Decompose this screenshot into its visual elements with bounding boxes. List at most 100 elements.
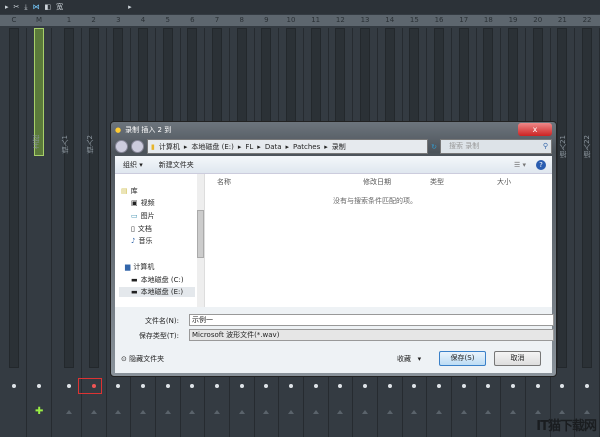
channel-header[interactable]: 19 bbox=[505, 15, 521, 26]
breadcrumb-1[interactable]: 本地磁盘 (E:) bbox=[191, 142, 233, 152]
filetype-select[interactable]: Microsoft 波形文件(*.wav) bbox=[189, 329, 554, 341]
favorites-dropdown[interactable]: 收藏 ▾ bbox=[397, 354, 421, 364]
scroll-thumb[interactable] bbox=[197, 210, 204, 258]
search-input[interactable]: 搜索 录制 ⚲ bbox=[440, 139, 552, 154]
nav-scrollbar[interactable] bbox=[197, 174, 204, 308]
route-dot[interactable] bbox=[116, 384, 121, 388]
route-dot[interactable] bbox=[190, 384, 195, 388]
send-arrow-icon[interactable] bbox=[288, 410, 295, 414]
route-dot[interactable] bbox=[338, 384, 343, 388]
channel-header[interactable]: 10 bbox=[283, 15, 299, 26]
channel-header[interactable]: 16 bbox=[431, 15, 447, 26]
route-dot[interactable] bbox=[412, 384, 417, 388]
download-icon[interactable]: ⤓ bbox=[24, 3, 27, 12]
new-folder-button[interactable]: 新建文件夹 bbox=[159, 160, 194, 170]
route-dot[interactable] bbox=[535, 384, 540, 388]
send-arrow-icon[interactable] bbox=[510, 410, 517, 414]
send-arrow-icon[interactable] bbox=[238, 410, 245, 414]
route-dot[interactable] bbox=[67, 384, 71, 388]
nav-item-music[interactable]: ♪ 音乐 bbox=[131, 236, 152, 246]
send-arrow-icon[interactable] bbox=[164, 410, 171, 414]
channel-header[interactable]: M bbox=[31, 15, 47, 26]
send-arrow-icon[interactable] bbox=[386, 410, 393, 414]
channel-header[interactable]: 4 bbox=[135, 15, 151, 26]
send-arrow-icon[interactable] bbox=[140, 410, 146, 414]
view-options-icon[interactable]: ☰ ▾ bbox=[514, 161, 526, 169]
send-arrow-icon[interactable] bbox=[362, 410, 369, 414]
breadcrumb[interactable]: ▮ 计算机 ▸ 本地磁盘 (E:) ▸ FL ▸ Data ▸ Patches ▸ 录制 bbox=[147, 139, 429, 154]
channel-header[interactable]: 13 bbox=[357, 15, 373, 26]
route-dot[interactable] bbox=[37, 384, 41, 388]
send-arrow-icon[interactable] bbox=[189, 410, 196, 414]
filename-input[interactable]: 示例一 bbox=[189, 314, 554, 326]
breadcrumb-5[interactable]: 录制 bbox=[332, 142, 346, 152]
send-arrow-icon[interactable] bbox=[115, 410, 122, 414]
channel-header[interactable]: 6 bbox=[184, 15, 200, 26]
close-button[interactable]: x bbox=[518, 123, 552, 136]
channel-header[interactable]: 22 bbox=[579, 15, 595, 26]
route-dot[interactable] bbox=[363, 384, 368, 388]
channel-header[interactable]: 18 bbox=[480, 15, 496, 26]
channel-meter[interactable] bbox=[9, 28, 19, 368]
play-icon[interactable]: ▸ bbox=[5, 3, 9, 11]
master-send-icon[interactable]: ✚ bbox=[35, 406, 43, 417]
nav-item-library[interactable]: ▤ 库 bbox=[121, 186, 138, 196]
channel-header[interactable]: 7 bbox=[209, 15, 225, 26]
breadcrumb-4[interactable]: Patches bbox=[293, 143, 320, 151]
channel-meter[interactable] bbox=[557, 28, 568, 368]
route-dot[interactable] bbox=[165, 384, 170, 388]
column-modified[interactable]: 修改日期 bbox=[363, 177, 391, 187]
nav-item-drive-e[interactable]: ▬ 本地磁盘 (E:) bbox=[119, 287, 195, 297]
send-arrow-icon[interactable] bbox=[559, 410, 566, 414]
send-arrow-icon[interactable] bbox=[584, 410, 591, 414]
send-arrow-icon[interactable] bbox=[485, 410, 492, 414]
channel-header[interactable]: 12 bbox=[332, 15, 348, 26]
organize-button[interactable]: 组织 ▾ bbox=[123, 160, 143, 170]
send-arrow-icon[interactable] bbox=[411, 410, 418, 414]
channel-header[interactable]: 20 bbox=[530, 15, 546, 26]
search-icon[interactable]: ⚲ bbox=[543, 140, 548, 153]
forward-button[interactable] bbox=[131, 140, 144, 153]
route-dot[interactable] bbox=[141, 384, 145, 388]
send-arrow-icon[interactable] bbox=[66, 410, 72, 414]
breadcrumb-3[interactable]: Data bbox=[265, 143, 282, 151]
hide-folders-button[interactable]: ⊙ 隐藏文件夹 bbox=[121, 354, 164, 364]
save-button[interactable]: 保存(S) bbox=[439, 351, 486, 366]
channel-header[interactable]: 5 bbox=[160, 15, 176, 26]
nav-item-computer[interactable]: ▆ 计算机 bbox=[125, 262, 154, 272]
channel-header[interactable]: 21 bbox=[554, 15, 570, 26]
route-dot[interactable] bbox=[264, 384, 269, 388]
channel-header[interactable]: 9 bbox=[258, 15, 274, 26]
route-dot[interactable] bbox=[12, 384, 16, 388]
route-dot[interactable] bbox=[560, 384, 565, 388]
send-arrow-icon[interactable] bbox=[90, 410, 97, 414]
nav-item-documents[interactable]: ▯ 文档 bbox=[131, 224, 152, 234]
link-icon[interactable]: ⋈ bbox=[33, 3, 40, 11]
send-arrow-icon[interactable] bbox=[534, 410, 541, 414]
channel-header[interactable]: 17 bbox=[456, 15, 472, 26]
column-size[interactable]: 大小 bbox=[497, 177, 511, 187]
channel-meter[interactable] bbox=[88, 28, 99, 368]
channel-meter[interactable] bbox=[582, 28, 593, 368]
channel-header[interactable]: 8 bbox=[234, 15, 250, 26]
channel-header[interactable]: 15 bbox=[406, 15, 422, 26]
nav-item-drive-c[interactable]: ▬ 本地磁盘 (C:) bbox=[131, 275, 184, 285]
send-arrow-icon[interactable] bbox=[337, 410, 344, 414]
route-dot[interactable] bbox=[313, 384, 318, 388]
route-dot[interactable] bbox=[289, 384, 294, 388]
channel-header[interactable]: 2 bbox=[86, 15, 102, 26]
column-name[interactable]: 名称 bbox=[217, 177, 231, 187]
view-icon[interactable]: ◧ bbox=[45, 3, 52, 11]
channel-header[interactable]: 1 bbox=[61, 15, 77, 26]
tool-icon[interactable]: ✂ bbox=[14, 3, 20, 11]
channel-header[interactable]: 3 bbox=[110, 15, 126, 26]
route-dot[interactable] bbox=[585, 384, 590, 388]
channel-header[interactable]: C bbox=[6, 15, 22, 26]
help-icon[interactable]: ? bbox=[536, 159, 546, 170]
send-arrow-icon[interactable] bbox=[263, 410, 270, 414]
route-dot[interactable] bbox=[486, 384, 491, 388]
send-arrow-icon[interactable] bbox=[312, 410, 319, 414]
send-arrow-icon[interactable] bbox=[460, 410, 467, 414]
channel-header[interactable]: 14 bbox=[382, 15, 398, 26]
route-dot[interactable] bbox=[215, 384, 220, 388]
